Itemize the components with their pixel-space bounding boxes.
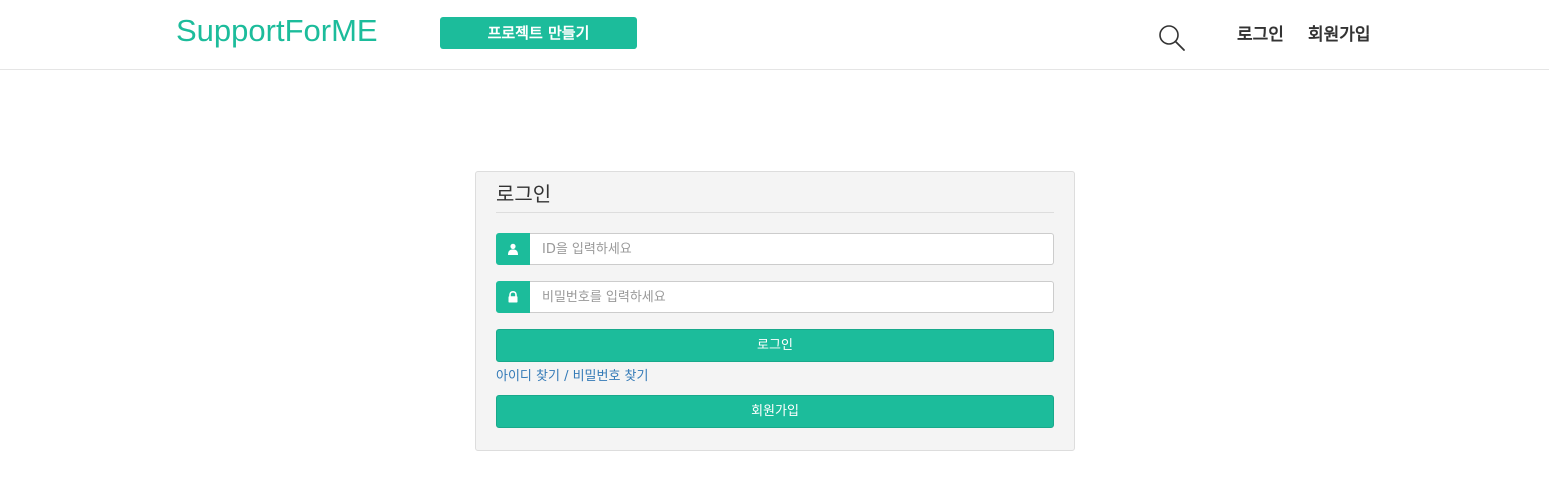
create-project-button[interactable]: 프로젝트 만들기 (440, 17, 637, 49)
password-input[interactable] (530, 281, 1054, 313)
lock-icon (496, 281, 530, 313)
login-panel-title: 로그인 (496, 180, 1054, 213)
login-button[interactable]: 로그인 (496, 329, 1054, 362)
password-input-group (496, 281, 1054, 313)
id-input[interactable] (530, 233, 1054, 265)
site-logo[interactable]: SupportForME (176, 12, 378, 50)
header-signup-link[interactable]: 회원가입 (1308, 24, 1371, 46)
login-panel: 로그인 로그인 아이디 찾기 / 비밀번호 찾기 회원가입 (475, 171, 1075, 451)
top-header: SupportForME 프로젝트 만들기 로그인 회원가입 (0, 0, 1549, 70)
search-icon[interactable] (1158, 24, 1186, 52)
header-login-link[interactable]: 로그인 (1237, 24, 1284, 46)
signup-button[interactable]: 회원가입 (496, 395, 1054, 428)
find-id-password-link[interactable]: 아이디 찾기 / 비밀번호 찾기 (496, 368, 648, 386)
id-input-group (496, 233, 1054, 265)
user-icon (496, 233, 530, 265)
